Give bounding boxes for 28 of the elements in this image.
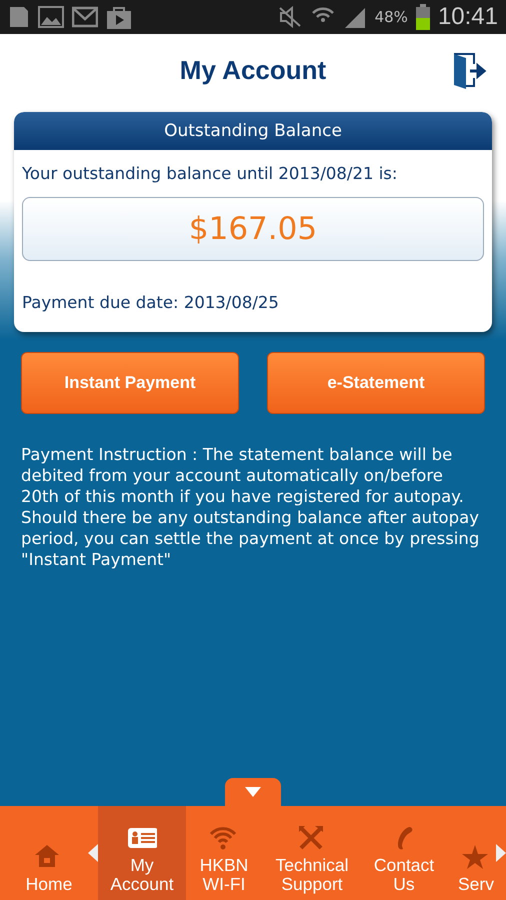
card-title: Outstanding Balance bbox=[14, 112, 492, 150]
clock: 10:41 bbox=[438, 3, 498, 31]
wifi-icon bbox=[209, 824, 239, 852]
left-arrow-icon[interactable] bbox=[88, 844, 98, 862]
nav-item[interactable]: HKBN WI-FI bbox=[186, 806, 262, 900]
right-arrow-icon[interactable] bbox=[496, 844, 506, 862]
nav-item[interactable]: Technical Support bbox=[262, 806, 362, 900]
due-date: Payment due date: 2013/08/25 bbox=[21, 292, 280, 312]
mail-icon bbox=[72, 6, 98, 28]
mute-icon bbox=[276, 6, 303, 28]
nav-item[interactable]: Contact Us bbox=[362, 806, 446, 900]
nav-item[interactable]: My Account bbox=[98, 806, 186, 900]
page-title: My Account bbox=[180, 54, 326, 86]
balance-label: Your outstanding balance until 2013/08/21 is: bbox=[21, 163, 398, 183]
battery-percent: 48% bbox=[374, 8, 408, 26]
expand-tab[interactable] bbox=[225, 778, 281, 806]
balance-amount: $167.05 bbox=[22, 197, 484, 261]
nav-item[interactable]: Serv bbox=[446, 806, 506, 900]
statement-button[interactable]: e-Statement bbox=[267, 352, 485, 414]
signal-icon bbox=[342, 6, 367, 28]
sim-icon bbox=[8, 6, 30, 28]
image-icon bbox=[38, 6, 64, 28]
caret-icon bbox=[244, 786, 262, 798]
payment-instruction: Payment Instruction : The statement balance will be debited from your account automatically on/before 20th of this month if you have registered for autopay. Should there be any outstanding balance after autopay period, you can settle the payment at once by pressing "Instant Payment" bbox=[20, 444, 480, 570]
battery-icon bbox=[416, 4, 430, 30]
store-icon bbox=[106, 5, 132, 29]
payment-button[interactable]: Instant Payment bbox=[21, 352, 239, 414]
nav-item[interactable]: Home bbox=[0, 806, 98, 900]
